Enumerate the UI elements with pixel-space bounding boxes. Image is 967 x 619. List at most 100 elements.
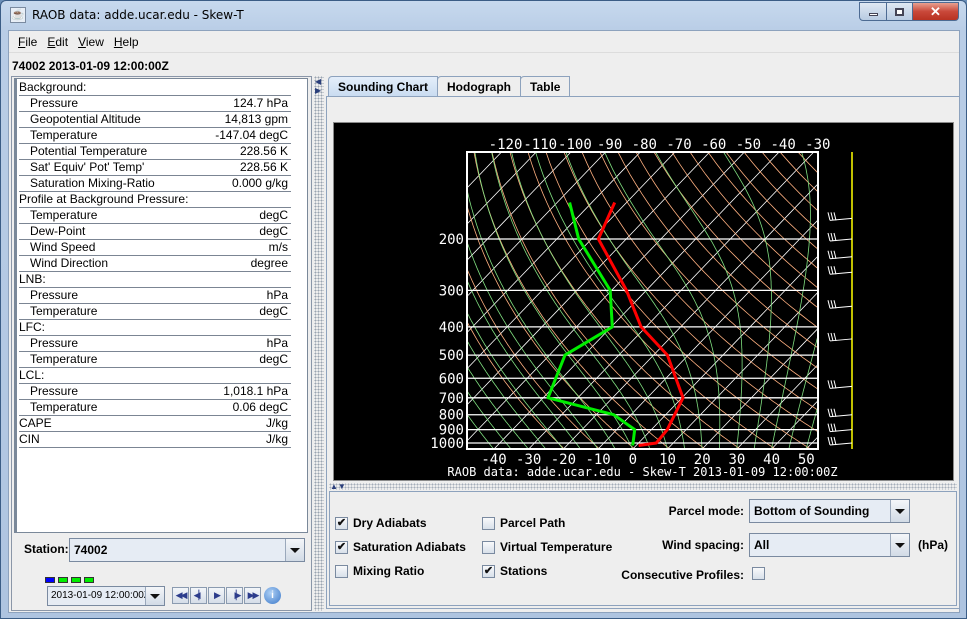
info-row: Profile at Background Pressure: <box>19 192 291 208</box>
checkbox-box[interactable]: ✔ <box>482 564 495 578</box>
wind-spacing-arrow[interactable] <box>890 534 909 556</box>
minimize-button[interactable] <box>859 2 887 21</box>
right-panel: Sounding Chart Hodograph Table 200 300 400 50… <box>325 76 961 611</box>
arrow-down-icon[interactable]: ▼ <box>338 482 346 491</box>
info-row: Temperature degC <box>19 352 291 368</box>
last-frame-icon: ▶▶ <box>247 590 260 600</box>
wind-barb-flag <box>833 266 837 275</box>
top-temp-tick-label: -110 <box>523 137 557 153</box>
info-value: J/kg <box>265 432 288 446</box>
play-button[interactable]: ▶ <box>208 587 225 604</box>
info-row: Pressure 124.7 hPa <box>19 96 291 112</box>
timeline-step-indicator[interactable] <box>58 577 68 583</box>
menu-help[interactable]: Help <box>109 35 144 49</box>
info-row: LCL: <box>19 368 291 384</box>
info-label: Pressure <box>30 336 79 350</box>
info-row: CIN J/kg <box>19 432 291 448</box>
info-value: J/kg <box>265 416 288 430</box>
checkbox-box[interactable] <box>335 564 348 578</box>
parcel-mode-arrow[interactable] <box>890 500 909 522</box>
last-frame-button[interactable]: ▶▶ <box>244 587 261 604</box>
checkbox-label: Saturation Adiabats <box>353 540 466 554</box>
timeline-step-indicator[interactable] <box>71 577 81 583</box>
checkbox-box[interactable] <box>482 516 495 530</box>
parcel-mode-value: Bottom of Sounding <box>754 504 870 518</box>
checkbox-box[interactable] <box>482 540 495 554</box>
info-value: degC <box>259 224 288 238</box>
time-dropdown[interactable]: 2013-01-09 12:00:00Z <box>47 586 165 606</box>
parcel-mode-label: Parcel mode: <box>668 504 744 518</box>
pressure-tick-label: 600 <box>439 371 464 387</box>
step-back-button[interactable]: ◀▏ <box>190 587 207 604</box>
arrow-left-icon[interactable]: ◀ <box>315 77 321 86</box>
info-row: Temperature -147.04 degC <box>19 128 291 144</box>
close-icon: ✕ <box>930 3 941 19</box>
top-temp-tick-label: -80 <box>632 137 657 153</box>
station-dropdown-arrow[interactable] <box>285 539 304 561</box>
split-arrows[interactable]: ◀ ▶ <box>315 77 321 95</box>
checkbox-dry-adiabats[interactable]: ✔ Dry Adiabats <box>335 516 427 530</box>
info-row: Temperature degC <box>19 208 291 224</box>
info-value: 0.000 g/kg <box>231 176 288 190</box>
pressure-tick-label: 400 <box>439 320 464 336</box>
timeline-step-indicator[interactable] <box>45 577 55 583</box>
info-row: Temperature degC <box>19 304 291 320</box>
plot-frame <box>466 151 819 450</box>
info-value: 0.06 degC <box>232 400 288 414</box>
info-value: 228.56 K <box>239 160 288 174</box>
pressure-tick-label: 1000 <box>430 436 464 452</box>
title-bar[interactable]: ☕ RAOB data: adde.ucar.edu - Skew-T ✕ <box>1 1 966 30</box>
station-dropdown[interactable]: 74002 <box>69 538 305 562</box>
checkbox-parcel-path[interactable]: Parcel Path <box>482 516 565 530</box>
sounding-info-table: Background: Pressure 124.7 hPa Geopotential… <box>14 78 308 533</box>
info-button[interactable]: i <box>264 587 281 604</box>
menu-edit[interactable]: Edit <box>42 35 73 49</box>
pressure-tick-label: 300 <box>439 283 464 299</box>
isotherm-line <box>806 436 818 449</box>
checkbox-stations[interactable]: ✔ Stations <box>482 564 547 578</box>
maximize-button[interactable] <box>887 2 913 21</box>
menu-file[interactable]: File <box>13 35 42 49</box>
dry-adiabat-line <box>653 152 818 329</box>
window-title: RAOB data: adde.ucar.edu - Skew-T <box>32 8 244 22</box>
menu-view[interactable]: View <box>73 35 109 49</box>
info-label: CIN <box>19 432 40 446</box>
wind-barb-flag <box>827 212 831 221</box>
info-label: LNB: <box>19 272 46 286</box>
hsplit-arrows[interactable]: ▲▼ <box>330 482 346 491</box>
arrow-up-icon[interactable]: ▲ <box>330 482 338 491</box>
tab-table[interactable]: Table <box>520 76 571 97</box>
checkbox-saturation-adiabats[interactable]: ✔ Saturation Adiabats <box>335 540 466 554</box>
timeline-indicators <box>45 577 94 583</box>
checkbox-mixing-ratio[interactable]: Mixing Ratio <box>335 564 424 578</box>
menu-bar: File Edit View Help <box>9 31 959 53</box>
timeline-step-indicator[interactable] <box>84 577 94 583</box>
checkbox-box[interactable] <box>752 567 765 580</box>
top-temp-tick-label: -40 <box>770 137 795 153</box>
tab-bar: Sounding Chart Hodograph Table <box>328 76 571 97</box>
parcel-mode-dropdown[interactable]: Bottom of Sounding <box>749 499 910 523</box>
vertical-split-divider[interactable] <box>314 76 324 611</box>
info-value: hPa <box>266 288 288 302</box>
time-dropdown-arrow[interactable] <box>145 587 164 605</box>
checkbox-consecutive-profiles[interactable] <box>752 567 770 580</box>
arrow-right-icon[interactable]: ▶ <box>315 86 321 95</box>
checkbox-box[interactable]: ✔ <box>335 516 348 530</box>
wind-spacing-label: Wind spacing: <box>662 538 744 552</box>
animation-controls: ◀◀ ◀▏ ▶ ▕▶ ▶▶ i <box>172 587 281 604</box>
close-button[interactable]: ✕ <box>913 2 959 21</box>
wind-barb-flag <box>830 332 834 342</box>
horizontal-split-divider[interactable] <box>329 483 957 490</box>
first-frame-button[interactable]: ◀◀ <box>172 587 189 604</box>
tab-hodograph[interactable]: Hodograph <box>437 76 521 97</box>
wind-barb-flag <box>830 436 834 446</box>
wind-spacing-dropdown[interactable]: All <box>749 533 910 557</box>
skewt-chart[interactable]: 200 300 400 500 600 700 800 900 1000 -40 -30 -20 -10… <box>333 122 954 481</box>
tab-sounding-chart[interactable]: Sounding Chart <box>328 76 438 97</box>
checkbox-box[interactable]: ✔ <box>335 540 348 554</box>
checkbox-virtual-temperature[interactable]: Virtual Temperature <box>482 540 612 554</box>
wind-barb-flag <box>830 408 834 417</box>
info-value: degC <box>259 352 288 366</box>
step-forward-button[interactable]: ▕▶ <box>226 587 243 604</box>
station-label: Station: <box>24 542 69 556</box>
